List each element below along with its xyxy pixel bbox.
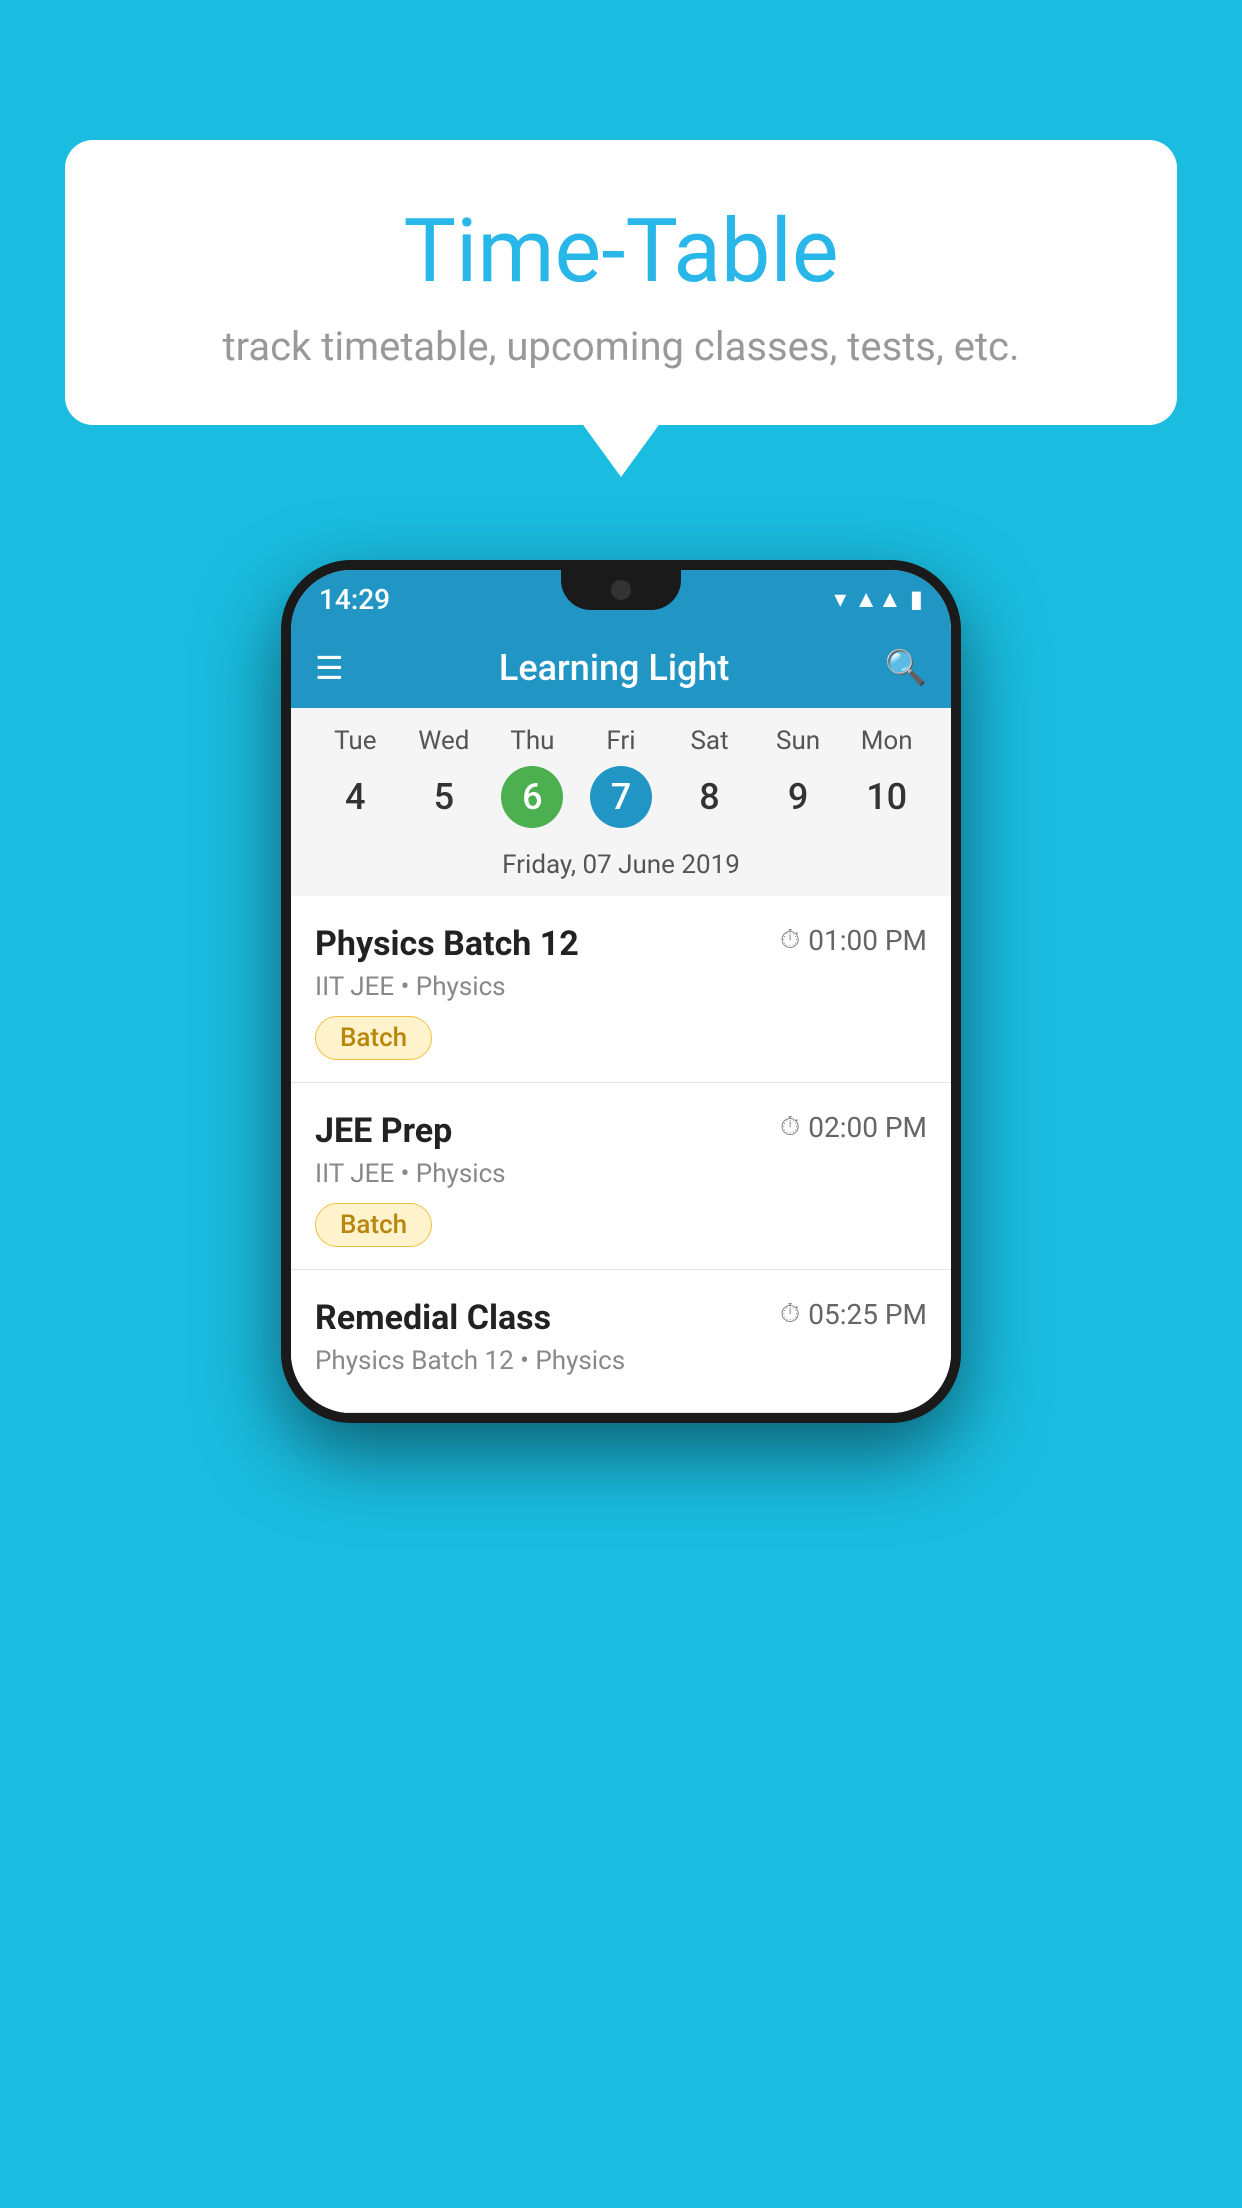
calendar-section: Tue 4 Wed 5 Thu 6 Fri 7 Sat 8 Sun 9 Mon 10 Friday, 07… bbox=[291, 708, 951, 896]
schedule-subtitle: Physics Batch 12 • Physics bbox=[315, 1346, 927, 1376]
day-column-sat[interactable]: Sat 8 bbox=[679, 726, 741, 828]
phone-mockup: 14:29 ▾ ▲▲ ▮ ☰ Learning Light 🔍 bbox=[281, 560, 961, 1423]
day-number[interactable]: 5 bbox=[413, 766, 475, 828]
day-column-thu[interactable]: Thu 6 bbox=[501, 726, 563, 828]
day-label: Fri bbox=[606, 726, 635, 756]
clock-icon: ⏱ bbox=[780, 1112, 800, 1143]
schedule-time: ⏱ 02:00 PM bbox=[780, 1111, 927, 1144]
phone-screen: 14:29 ▾ ▲▲ ▮ ☰ Learning Light 🔍 bbox=[291, 570, 951, 1413]
search-icon[interactable]: 🔍 bbox=[885, 648, 927, 688]
day-label: Wed bbox=[418, 726, 469, 756]
speech-bubble: Time-Table track timetable, upcoming cla… bbox=[65, 140, 1177, 425]
signal-icon: ▲▲ bbox=[854, 585, 902, 614]
phone-frame: 14:29 ▾ ▲▲ ▮ ☰ Learning Light 🔍 bbox=[281, 560, 961, 1423]
day-number[interactable]: 8 bbox=[679, 766, 741, 828]
app-bar: ☰ Learning Light 🔍 bbox=[291, 628, 951, 708]
schedule-time-text: 02:00 PM bbox=[808, 1111, 927, 1144]
day-column-fri[interactable]: Fri 7 bbox=[590, 726, 652, 828]
schedule-list: Physics Batch 12 ⏱ 01:00 PM IIT JEE • Physi… bbox=[291, 896, 951, 1413]
day-column-sun[interactable]: Sun 9 bbox=[767, 726, 829, 828]
schedule-subtitle: IIT JEE • Physics bbox=[315, 1159, 927, 1189]
status-time: 14:29 bbox=[319, 583, 390, 616]
schedule-time-text: 05:25 PM bbox=[808, 1298, 927, 1331]
schedule-item[interactable]: JEE Prep ⏱ 02:00 PM IIT JEE • Physics Batch bbox=[291, 1083, 951, 1270]
clock-icon: ⏱ bbox=[780, 1299, 800, 1330]
batch-tag: Batch bbox=[315, 1016, 432, 1060]
wifi-icon: ▾ bbox=[834, 585, 846, 613]
batch-tag: Batch bbox=[315, 1203, 432, 1247]
day-number[interactable]: 6 bbox=[501, 766, 563, 828]
day-label: Tue bbox=[334, 726, 376, 756]
day-column-wed[interactable]: Wed 5 bbox=[413, 726, 475, 828]
notch bbox=[561, 570, 681, 610]
speech-bubble-wrapper: Time-Table track timetable, upcoming cla… bbox=[65, 140, 1177, 425]
status-icons: ▾ ▲▲ ▮ bbox=[834, 585, 923, 614]
camera-icon bbox=[611, 580, 631, 600]
bubble-title: Time-Table bbox=[115, 200, 1127, 303]
schedule-time-text: 01:00 PM bbox=[808, 924, 927, 957]
day-number[interactable]: 9 bbox=[767, 766, 829, 828]
schedule-time: ⏱ 05:25 PM bbox=[780, 1298, 927, 1331]
day-label: Thu bbox=[510, 726, 554, 756]
schedule-item-header: Remedial Class ⏱ 05:25 PM bbox=[315, 1298, 927, 1338]
schedule-subtitle: IIT JEE • Physics bbox=[315, 972, 927, 1002]
phone-screen-outer: 14:29 ▾ ▲▲ ▮ ☰ Learning Light 🔍 bbox=[281, 560, 961, 1423]
day-number[interactable]: 10 bbox=[856, 766, 918, 828]
schedule-title: Remedial Class bbox=[315, 1298, 551, 1338]
day-column-mon[interactable]: Mon 10 bbox=[856, 726, 918, 828]
selected-date-label: Friday, 07 June 2019 bbox=[311, 840, 931, 886]
bubble-subtitle: track timetable, upcoming classes, tests… bbox=[115, 323, 1127, 370]
day-label: Sat bbox=[690, 726, 728, 756]
schedule-item-header: Physics Batch 12 ⏱ 01:00 PM bbox=[315, 924, 927, 964]
schedule-item-header: JEE Prep ⏱ 02:00 PM bbox=[315, 1111, 927, 1151]
clock-icon: ⏱ bbox=[780, 925, 800, 956]
app-title: Learning Light bbox=[499, 647, 729, 689]
schedule-item[interactable]: Remedial Class ⏱ 05:25 PM Physics Batch 12 … bbox=[291, 1270, 951, 1413]
day-column-tue[interactable]: Tue 4 bbox=[324, 726, 386, 828]
menu-icon[interactable]: ☰ bbox=[315, 649, 344, 687]
schedule-title: Physics Batch 12 bbox=[315, 924, 579, 964]
battery-icon: ▮ bbox=[910, 585, 923, 613]
schedule-item[interactable]: Physics Batch 12 ⏱ 01:00 PM IIT JEE • Physi… bbox=[291, 896, 951, 1083]
day-number[interactable]: 4 bbox=[324, 766, 386, 828]
schedule-time: ⏱ 01:00 PM bbox=[780, 924, 927, 957]
day-label: Mon bbox=[861, 726, 913, 756]
days-row: Tue 4 Wed 5 Thu 6 Fri 7 Sat 8 Sun 9 Mon 10 bbox=[311, 726, 931, 828]
schedule-title: JEE Prep bbox=[315, 1111, 452, 1151]
day-number[interactable]: 7 bbox=[590, 766, 652, 828]
status-bar: 14:29 ▾ ▲▲ ▮ bbox=[291, 570, 951, 628]
day-label: Sun bbox=[776, 726, 820, 756]
